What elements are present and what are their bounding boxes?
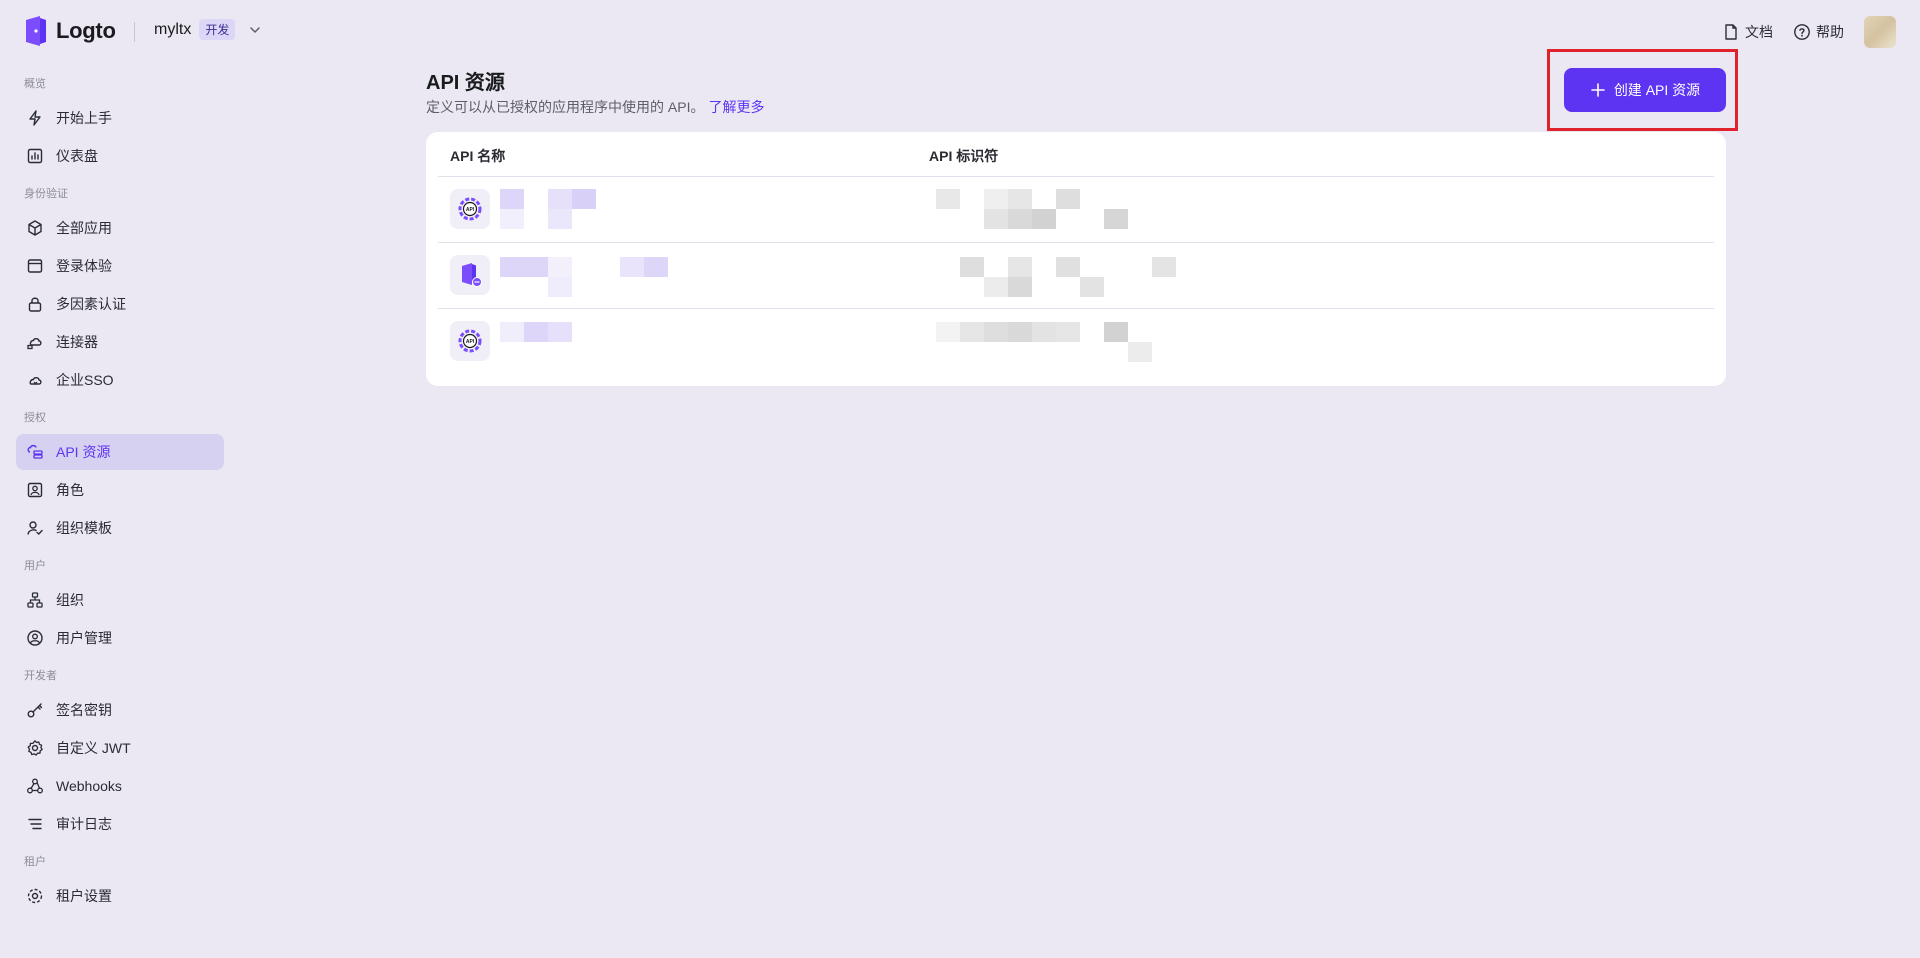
sidebar-item-signing-keys[interactable]: 签名密钥: [16, 692, 224, 728]
section-title-authorization: 授权: [24, 412, 46, 424]
learn-more-link[interactable]: 了解更多: [708, 99, 764, 115]
sidebar-item-webhooks[interactable]: Webhooks: [16, 768, 224, 804]
sidebar-item-label: 全部应用: [56, 220, 112, 236]
api-resource-icon: [27, 444, 43, 459]
section-title-overview: 概览: [24, 78, 46, 90]
page-subtitle-text: 定义可以从已授权的应用程序中使用的 API。: [426, 99, 705, 115]
sidebar-item-api-resources[interactable]: API 资源: [16, 434, 224, 470]
sidebar-item-custom-jwt[interactable]: 自定义 JWT: [16, 730, 224, 766]
sidebar-item-label: 签名密钥: [56, 702, 112, 718]
svg-text:API: API: [466, 207, 475, 213]
connector-cloud-icon: [27, 337, 42, 350]
sidebar-item-label: 多因素认证: [56, 296, 126, 312]
column-header-identifier: API 标识符: [929, 148, 999, 164]
api-resource-icon: API: [450, 321, 490, 361]
sidebar-item-label: 登录体验: [56, 258, 112, 274]
page-title: API 资源: [426, 72, 505, 94]
sidebar-item-applications[interactable]: 全部应用: [16, 210, 224, 246]
user-circle-icon: [27, 630, 43, 646]
sidebar-item-dashboard[interactable]: 仪表盘: [16, 138, 224, 174]
sidebar-item-label: 企业SSO: [56, 372, 114, 388]
help-circle-icon: [1794, 24, 1810, 40]
sidebar-item-mfa[interactable]: 多因素认证: [16, 286, 224, 322]
api-resource-icon: API: [450, 189, 490, 229]
page-subtitle: 定义可以从已授权的应用程序中使用的 API。 了解更多: [426, 97, 764, 117]
sidebar-item-connectors[interactable]: 连接器: [16, 324, 224, 360]
section-title-tenant: 租户: [24, 856, 46, 868]
section-title-auth: 身份验证: [24, 188, 68, 200]
docs-label: 文档: [1745, 24, 1773, 40]
document-icon: [1725, 24, 1737, 40]
sidebar-item-label: Webhooks: [56, 778, 122, 794]
create-api-resource-label: 创建 API 资源: [1613, 82, 1701, 98]
sidebar-item-label: 连接器: [56, 334, 98, 350]
org-tree-icon: [27, 592, 43, 608]
settings-icon: [27, 888, 43, 904]
key-icon: [27, 703, 43, 718]
sidebar-item-label: API 资源: [56, 444, 111, 460]
brand-divider: [134, 22, 135, 42]
sidebar-item-label: 用户管理: [56, 630, 112, 646]
sidebar-item-enterprise-sso[interactable]: 企业SSO: [16, 362, 224, 398]
user-check-icon: [27, 521, 43, 535]
sidebar-item-audit-logs[interactable]: 审计日志: [16, 806, 224, 842]
sidebar-item-org-template[interactable]: 组织模板: [16, 510, 224, 546]
sidebar-item-label: 组织模板: [56, 520, 112, 536]
sidebar-item-roles[interactable]: 角色: [16, 472, 224, 508]
table-row[interactable]: [438, 243, 1714, 309]
tenant-env-badge: 开发: [199, 19, 236, 40]
sidebar-item-label: 开始上手: [56, 110, 112, 126]
browser-window-icon: [27, 259, 43, 273]
lock-icon: [28, 297, 42, 312]
sidebar: 概览 开始上手 仪表盘 身份验证 全部应用 登录体验 多因素认证 连接器 企业S…: [0, 64, 240, 934]
gear-icon: [27, 740, 43, 756]
chart-icon: [27, 148, 43, 164]
svg-text:API: API: [466, 339, 475, 345]
table-row[interactable]: API: [438, 177, 1714, 243]
section-title-developers: 开发者: [24, 670, 57, 682]
cube-icon: [28, 220, 42, 236]
sidebar-item-user-management[interactable]: 用户管理: [16, 620, 224, 656]
section-title-users: 用户: [24, 560, 46, 572]
table-row[interactable]: API: [438, 309, 1714, 375]
user-badge-icon: [27, 482, 43, 498]
docs-link[interactable]: 文档: [1722, 22, 1773, 42]
sidebar-item-organizations[interactable]: 组织: [16, 582, 224, 618]
create-api-resource-button[interactable]: 创建 API 资源: [1564, 68, 1726, 112]
sidebar-item-sign-in-experience[interactable]: 登录体验: [16, 248, 224, 284]
brand[interactable]: Logto: [24, 16, 116, 46]
api-resources-table: API 名称 API 标识符 API API: [426, 132, 1726, 386]
lightning-icon: [29, 110, 41, 126]
webhook-icon: [27, 778, 43, 794]
chevron-down-icon: [250, 26, 261, 33]
cloud-sync-icon: [29, 376, 42, 385]
top-actions: 文档 帮助: [1722, 16, 1896, 48]
sidebar-item-get-started[interactable]: 开始上手: [16, 100, 224, 136]
help-link[interactable]: 帮助: [1793, 22, 1844, 42]
sidebar-item-label: 租户设置: [56, 888, 112, 904]
sidebar-item-label: 组织: [56, 592, 84, 608]
logto-logo-icon: [24, 16, 48, 46]
sidebar-item-label: 审计日志: [56, 816, 112, 832]
sidebar-item-label: 仪表盘: [56, 148, 98, 164]
brand-name: Logto: [56, 18, 116, 43]
app-logo-icon: [450, 255, 490, 295]
sidebar-item-label: 自定义 JWT: [56, 740, 131, 756]
column-header-name: API 名称: [450, 148, 506, 164]
tenant-selector[interactable]: myltx 开发: [154, 19, 263, 40]
sidebar-item-label: 角色: [56, 482, 84, 498]
help-label: 帮助: [1816, 24, 1844, 40]
sidebar-item-tenant-settings[interactable]: 租户设置: [16, 878, 224, 914]
plus-icon: [1591, 83, 1605, 97]
list-icon: [28, 818, 42, 830]
user-avatar[interactable]: [1864, 16, 1896, 48]
tenant-name: myltx: [154, 20, 192, 38]
